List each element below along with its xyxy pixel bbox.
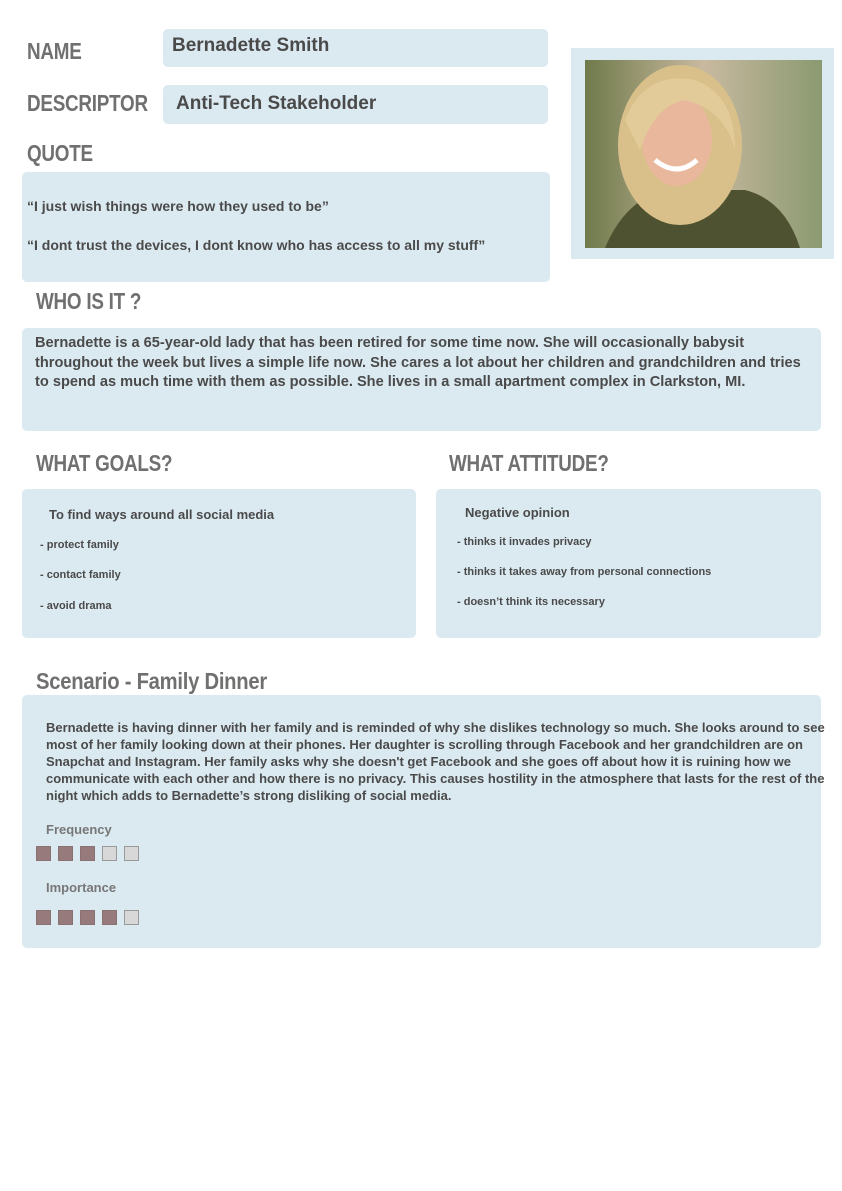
attitude-item: - thinks it invades privacy (457, 536, 592, 548)
who-box: Bernadette is a 65-year-old lady that ha… (22, 328, 821, 431)
importance-rating (36, 910, 146, 930)
importance-label: Importance (46, 880, 117, 895)
quote-1: “I just wish things were how they used t… (27, 198, 329, 214)
attitude-item: - thinks it takes away from personal con… (457, 566, 712, 578)
goals-box: To find ways around all social media - p… (22, 489, 416, 638)
rating-square-filled (36, 846, 51, 861)
quote-box: “I just wish things were how they used t… (22, 172, 550, 282)
goal-item: - avoid drama (40, 600, 112, 612)
attitude-title: Negative opinion (465, 505, 570, 520)
rating-square-filled (80, 846, 95, 861)
scenario-heading: Scenario - Family Dinner (36, 668, 267, 694)
descriptor-label: DESCRIPTOR (27, 90, 148, 116)
goals-title: To find ways around all social media (49, 507, 275, 522)
who-text: Bernadette is a 65-year-old lady that ha… (35, 335, 801, 390)
quote-label: QUOTE (27, 140, 93, 166)
photo-frame (571, 48, 834, 259)
descriptor-field: Anti-Tech Stakeholder (163, 85, 548, 124)
frequency-label: Frequency (46, 822, 112, 837)
rating-square-filled (102, 910, 117, 925)
rating-square-empty (124, 910, 139, 925)
name-value: Bernadette Smith (172, 35, 330, 56)
rating-square-filled (58, 846, 73, 861)
goal-item: - protect family (40, 539, 119, 551)
scenario-text: Bernadette is having dinner with her fam… (46, 720, 825, 803)
name-label: NAME (27, 38, 82, 64)
quote-2: “I dont trust the devices, I dont know w… (27, 237, 486, 253)
rating-square-empty (124, 846, 139, 861)
rating-square-filled (36, 910, 51, 925)
goal-item: - contact family (40, 569, 121, 581)
who-heading: WHO IS IT ? (36, 288, 142, 314)
descriptor-value: Anti-Tech Stakeholder (176, 93, 377, 114)
name-field: Bernadette Smith (163, 29, 548, 67)
persona-photo (585, 60, 822, 248)
attitude-heading: WHAT ATTITUDE? (449, 450, 609, 476)
rating-square-filled (80, 910, 95, 925)
rating-square-empty (102, 846, 117, 861)
frequency-rating (36, 846, 146, 866)
goals-heading: WHAT GOALS? (36, 450, 173, 476)
attitude-item: - doesn’t think its necessary (457, 596, 605, 608)
rating-square-filled (58, 910, 73, 925)
attitude-box: Negative opinion - thinks it invades pri… (436, 489, 821, 638)
